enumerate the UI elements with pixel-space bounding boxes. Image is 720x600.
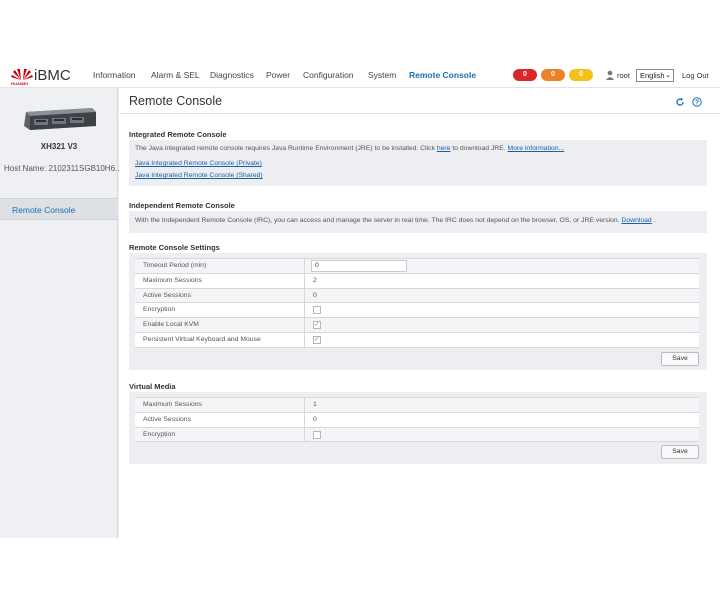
more-information-link[interactable]: More information... xyxy=(508,145,565,152)
integrated-console-title: Integrated Remote Console xyxy=(129,130,227,139)
setting-label: Encryption xyxy=(135,427,305,442)
table-row: Encryption xyxy=(135,303,699,319)
irc-description: With the Independent Remote Console (IRC… xyxy=(135,217,656,224)
console-settings-table: Timeout Period (min) 0 Maximum Sessions … xyxy=(135,258,699,348)
nav-remote-console[interactable]: Remote Console xyxy=(409,70,476,80)
top-navigation-bar: HUAWEI iBMC Information Alarm & SEL Diag… xyxy=(0,64,720,88)
nav-diagnostics[interactable]: Diagnostics xyxy=(210,70,254,80)
title-divider xyxy=(119,113,720,114)
table-row: Timeout Period (min) 0 xyxy=(135,259,699,274)
jre-text-part: The Java integrated remote console requi… xyxy=(135,145,437,152)
major-alarm-badge[interactable]: 0 xyxy=(541,69,565,81)
encryption-checkbox[interactable] xyxy=(313,306,321,315)
table-row: Persistent Virtual Keyboard and Mouse ✓ xyxy=(135,332,699,348)
username-label: root xyxy=(617,71,630,80)
virtual-media-title: Virtual Media xyxy=(129,382,176,391)
save-virtual-media-button[interactable]: Save xyxy=(661,445,699,459)
save-settings-button[interactable]: Save xyxy=(661,352,699,366)
critical-alarm-badge[interactable]: 0 xyxy=(513,69,537,81)
chevron-down-icon: ⌄ xyxy=(665,72,671,79)
table-row: Maximum Sessions 1 xyxy=(135,398,699,413)
ibmc-window: HUAWEI iBMC Information Alarm & SEL Diag… xyxy=(0,64,720,538)
nav-configuration[interactable]: Configuration xyxy=(303,70,354,80)
jre-requirement-text: The Java integrated remote console requi… xyxy=(135,145,564,152)
timeout-period-input[interactable]: 0 xyxy=(311,260,407,272)
setting-label: Enable Local KVM xyxy=(135,318,305,332)
sidebar-item-label: Remote Console xyxy=(12,205,76,215)
nav-information[interactable]: Information xyxy=(93,70,136,80)
irc-download-link[interactable]: Download xyxy=(621,217,651,224)
help-icon[interactable]: ? xyxy=(692,97,702,107)
maximum-sessions-value: 2 xyxy=(313,276,317,284)
setting-label: Active Sessions xyxy=(135,412,305,427)
table-row: Maximum Sessions 2 xyxy=(135,273,699,289)
minor-alarm-badge[interactable]: 0 xyxy=(569,69,593,81)
console-settings-title: Remote Console Settings xyxy=(129,243,220,252)
table-row: Active Sessions 0 xyxy=(135,412,699,428)
svg-text:?: ? xyxy=(695,100,699,107)
setting-label: Maximum Sessions xyxy=(135,273,305,288)
virtual-media-table: Maximum Sessions 1 Active Sessions 0 Enc… xyxy=(135,397,699,443)
persistent-keyboard-mouse-checkbox[interactable]: ✓ xyxy=(313,335,321,344)
setting-label: Encryption xyxy=(135,303,305,318)
independent-console-panel: With the Independent Remote Console (IRC… xyxy=(129,211,707,233)
sidebar: XH321 V3 Host Name: 2102311SGB10H6... Re… xyxy=(0,88,122,538)
table-row: Enable Local KVM ✓ xyxy=(135,318,699,333)
main-content: Remote Console ? Integrated Remote Conso… xyxy=(119,88,720,538)
enable-local-kvm-checkbox[interactable]: ✓ xyxy=(313,321,321,330)
active-sessions-value: 0 xyxy=(313,291,317,299)
setting-label: Timeout Period (min) xyxy=(135,259,305,273)
nav-system[interactable]: System xyxy=(368,70,396,80)
irc-text-part: With the Independent Remote Console (IRC… xyxy=(135,217,622,224)
vm-encryption-checkbox[interactable] xyxy=(313,430,321,439)
console-settings-panel: Timeout Period (min) 0 Maximum Sessions … xyxy=(129,253,707,370)
integrated-console-panel: The Java integrated remote console requi… xyxy=(129,140,707,186)
language-select[interactable]: English ⌄ xyxy=(636,69,674,82)
setting-label: Persistent Virtual Keyboard and Mouse xyxy=(135,332,305,347)
jre-text-part: to download JRE. xyxy=(450,145,508,152)
nav-power[interactable]: Power xyxy=(266,70,290,80)
setting-label: Maximum Sessions xyxy=(135,398,305,412)
virtual-media-panel: Maximum Sessions 1 Active Sessions 0 Enc… xyxy=(129,392,707,464)
independent-console-title: Independent Remote Console xyxy=(129,201,235,210)
sidebar-item-remote-console[interactable]: Remote Console xyxy=(0,198,118,220)
app-title: iBMC xyxy=(34,67,71,84)
table-row: Active Sessions 0 xyxy=(135,288,699,304)
host-name: Host Name: 2102311SGB10H6... xyxy=(4,164,122,173)
vendor-label: HUAWEI xyxy=(11,81,29,86)
language-value: English xyxy=(640,71,665,80)
vm-maximum-sessions-value: 1 xyxy=(313,401,317,408)
irc-text-part: . xyxy=(651,217,656,224)
logout-link[interactable]: Log Out xyxy=(682,71,709,80)
java-console-shared-link[interactable]: Java Integrated Remote Console (Shared) xyxy=(135,172,263,179)
server-model: XH321 V3 xyxy=(40,142,78,151)
vm-active-sessions-value: 0 xyxy=(313,415,317,423)
refresh-icon[interactable] xyxy=(675,97,685,107)
nav-alarm-sel[interactable]: Alarm & SEL xyxy=(151,70,200,80)
setting-label: Active Sessions xyxy=(135,288,305,303)
jre-download-link[interactable]: here xyxy=(437,145,451,152)
user-icon xyxy=(606,70,614,80)
server-chassis-image xyxy=(24,108,96,130)
page-title: Remote Console xyxy=(129,94,223,108)
table-row: Encryption xyxy=(135,427,699,443)
java-console-private-link[interactable]: Java Integrated Remote Console (Private) xyxy=(135,160,262,167)
